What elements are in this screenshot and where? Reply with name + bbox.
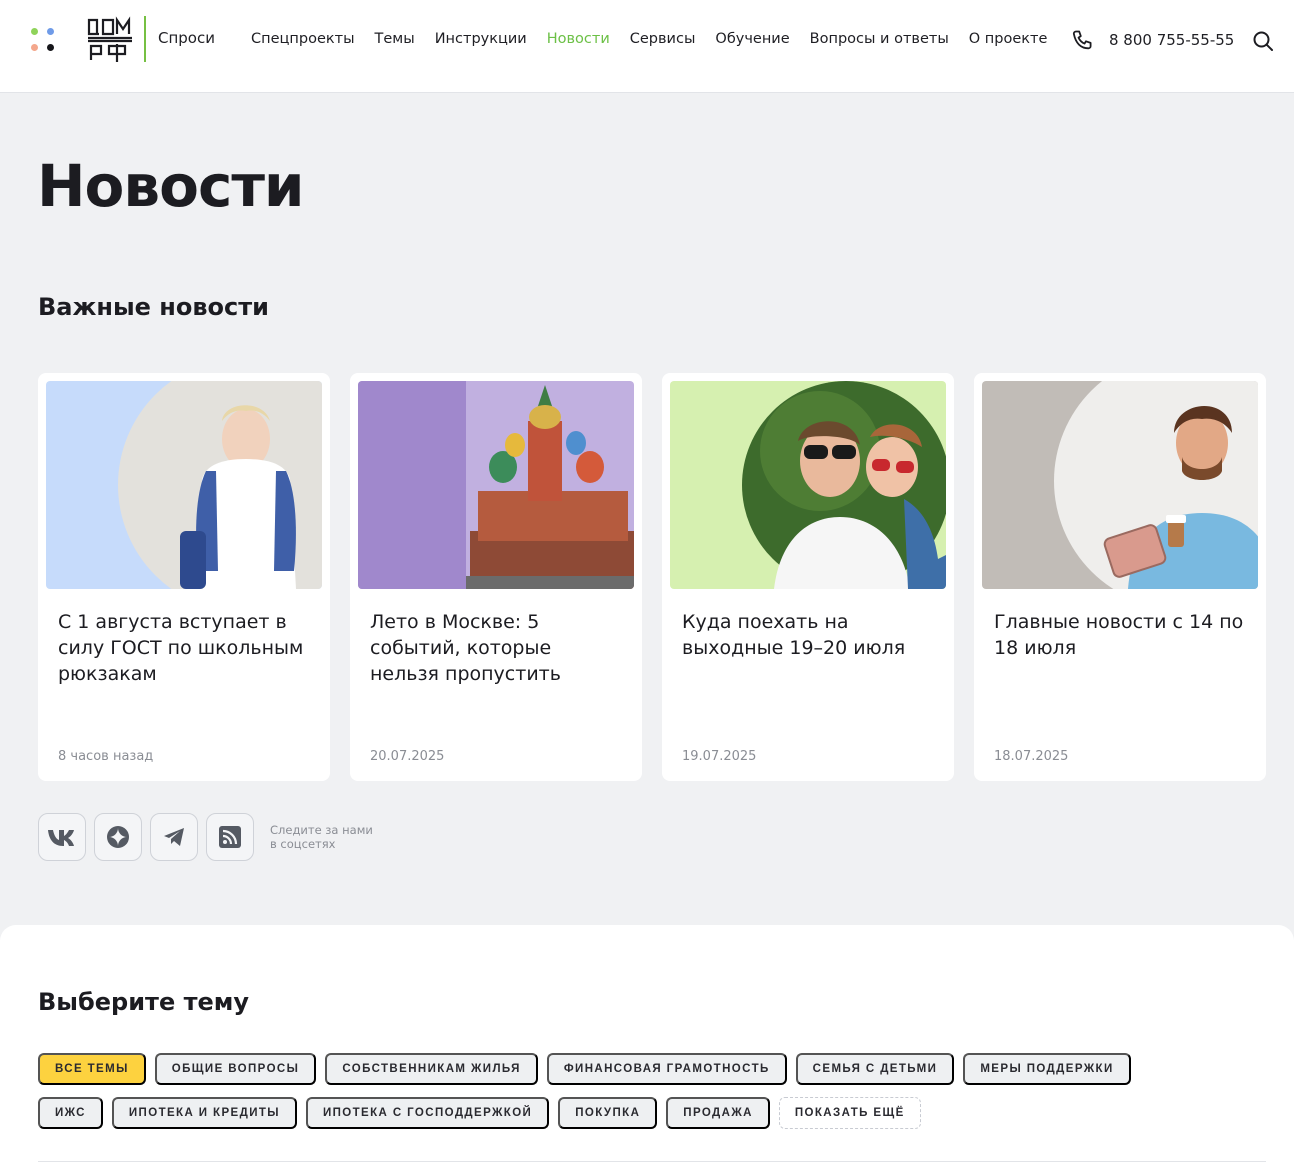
- nav-item-education[interactable]: Обучение: [715, 31, 789, 47]
- nav-item-instructions[interactable]: Инструкции: [435, 31, 527, 47]
- topic-chip-general[interactable]: Общие вопросы: [154, 1053, 317, 1085]
- news-card-title[interactable]: Лето в Москве: 5 событий, которые нельзя…: [370, 609, 626, 687]
- logo-dots-icon[interactable]: [30, 28, 56, 54]
- nav-item-faq[interactable]: Вопросы и ответы: [810, 31, 949, 47]
- topic-chips: Все темы Общие вопросы Собственникам жил…: [38, 1053, 1198, 1129]
- rss-icon[interactable]: [206, 813, 254, 861]
- topic-chip-mortgage[interactable]: Ипотека и кредиты: [111, 1097, 297, 1129]
- vk-icon[interactable]: [38, 813, 86, 861]
- section-title-important-news: Важные новости: [38, 293, 269, 321]
- news-card-date: 8 часов назад: [58, 749, 154, 764]
- main-nav: Спецпроекты Темы Инструкции Новости Серв…: [251, 31, 1067, 47]
- dzen-icon[interactable]: [94, 813, 142, 861]
- news-card-title[interactable]: Главные новости с 14 по 18 июля: [994, 609, 1250, 661]
- news-card-image-cathedral: [358, 381, 634, 589]
- nav-item-services[interactable]: Сервисы: [630, 31, 696, 47]
- logo-text[interactable]: Спроси: [158, 29, 215, 47]
- topic-chip-support[interactable]: Меры поддержки: [963, 1053, 1131, 1085]
- nav-item-topics[interactable]: Темы: [375, 31, 415, 47]
- topic-chip-owners[interactable]: Собственникам жилья: [325, 1053, 538, 1085]
- nav-item-news[interactable]: Новости: [547, 31, 610, 47]
- news-card-title[interactable]: Куда поехать на выходные 19–20 июля: [682, 609, 938, 661]
- news-card[interactable]: Куда поехать на выходные 19–20 июля 19.0…: [662, 373, 954, 781]
- social-note-line2: в соцсетях: [270, 837, 336, 851]
- social-links: [38, 813, 254, 861]
- social-note-line1: Следите за нами: [270, 823, 373, 837]
- topic-chip-all[interactable]: Все темы: [38, 1053, 146, 1085]
- news-card-date: 19.07.2025: [682, 749, 757, 764]
- news-card-date: 20.07.2025: [370, 749, 445, 764]
- logo-separator: [144, 16, 146, 62]
- news-card-date: 18.07.2025: [994, 749, 1069, 764]
- phone-icon[interactable]: [1071, 29, 1095, 53]
- show-more-button[interactable]: Показать ещё: [778, 1097, 921, 1129]
- topic-chip-family[interactable]: Семья с детьми: [795, 1053, 955, 1085]
- news-card[interactable]: Лето в Москве: 5 событий, которые нельзя…: [350, 373, 642, 781]
- topics-section: Выберите тему Все темы Общие вопросы Соб…: [0, 925, 1294, 1163]
- phone-number-link[interactable]: 8 800 755-55-55: [1109, 31, 1234, 49]
- topic-chip-sale[interactable]: Продажа: [666, 1097, 770, 1129]
- news-card-image-couple: [670, 381, 946, 589]
- nav-item-specprojects[interactable]: Спецпроекты: [251, 31, 355, 47]
- telegram-icon[interactable]: [150, 813, 198, 861]
- page-title: Новости: [37, 152, 305, 220]
- social-note: Следите за нами в соцсетях: [270, 823, 390, 851]
- divider: [38, 1161, 1266, 1162]
- dom-rf-logo[interactable]: [87, 16, 133, 62]
- topics-title: Выберите тему: [38, 988, 250, 1016]
- news-card[interactable]: С 1 августа вступает в силу ГОСТ по школ…: [38, 373, 330, 781]
- news-cards: С 1 августа вступает в силу ГОСТ по школ…: [38, 373, 1266, 781]
- news-card-image-boy: [46, 381, 322, 589]
- site-header: Спроси Спецпроекты Темы Инструкции Новос…: [0, 0, 1294, 93]
- topic-chip-finance[interactable]: Финансовая грамотность: [546, 1053, 787, 1085]
- news-card-image-man-tablet: [982, 381, 1258, 589]
- nav-item-about[interactable]: О проекте: [969, 31, 1048, 47]
- news-card-title[interactable]: С 1 августа вступает в силу ГОСТ по школ…: [58, 609, 314, 687]
- topic-chip-purchase[interactable]: Покупка: [558, 1097, 658, 1129]
- topic-chip-izhs[interactable]: ИЖС: [38, 1097, 103, 1129]
- news-card[interactable]: Главные новости с 14 по 18 июля 18.07.20…: [974, 373, 1266, 781]
- topic-chip-gov-mortgage[interactable]: Ипотека с господдержкой: [305, 1097, 550, 1129]
- search-icon[interactable]: [1252, 30, 1274, 52]
